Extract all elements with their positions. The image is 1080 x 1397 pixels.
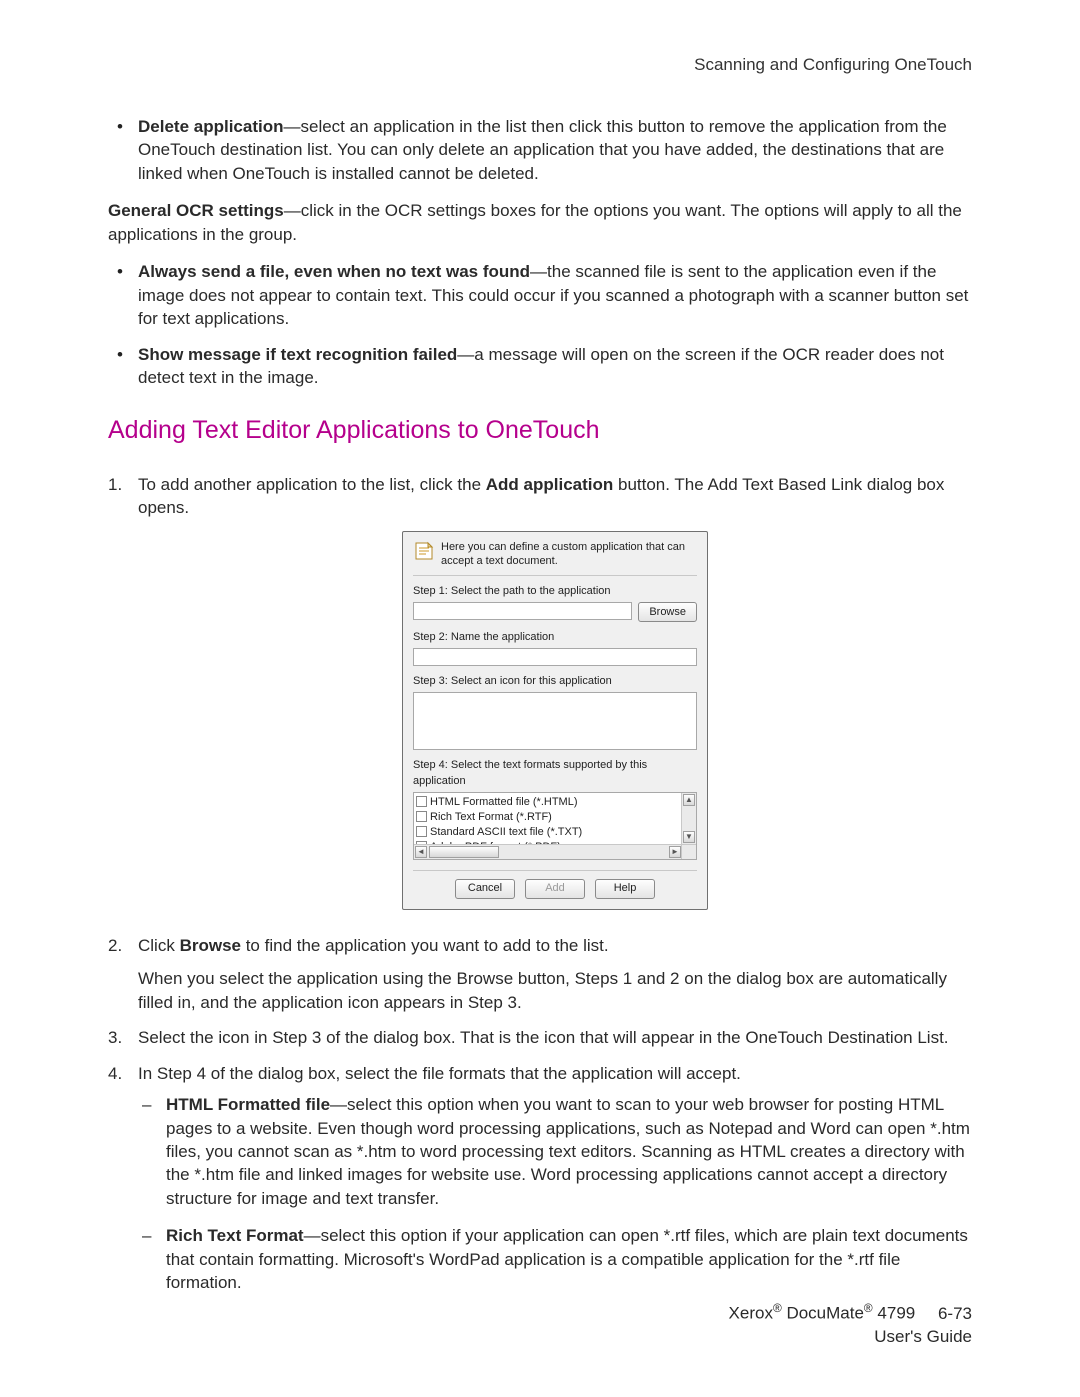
footer-product-c: 4799 (873, 1304, 916, 1323)
header-title: Scanning and Configuring OneTouch (108, 55, 972, 75)
dialog-step4-label: Step 4: Select the text formats supporte… (413, 758, 697, 788)
step-2: Click Browse to find the application you… (108, 934, 972, 1014)
text-bold: Add application (486, 475, 614, 494)
page-number: 6-73 (938, 1303, 972, 1326)
bullets-ocr: Always send a file, even when no text wa… (108, 260, 972, 389)
steps-list: To add another application to the list, … (108, 473, 972, 1295)
scroll-up-icon[interactable]: ▲ (683, 794, 695, 806)
bullets-top: Delete application—select an application… (108, 115, 972, 185)
dialog-step1-label: Step 1: Select the path to the applicati… (413, 584, 697, 599)
footer-product-a: Xerox (729, 1304, 773, 1323)
text-bold: Browse (180, 936, 241, 955)
step-3: Select the icon in Step 3 of the dialog … (108, 1026, 972, 1049)
scroll-thumb[interactable] (429, 846, 499, 858)
step-4-dashes: HTML Formatted file—select this option w… (138, 1093, 972, 1295)
step-4: In Step 4 of the dialog box, select the … (108, 1062, 972, 1295)
add-button[interactable]: Add (525, 879, 585, 899)
dialog-icon (413, 540, 435, 562)
format-checkbox[interactable]: Standard ASCII text file (*.TXT) (430, 825, 678, 840)
text-post: to find the application you want to add … (241, 936, 609, 955)
term: Delete application (138, 117, 283, 136)
term: Rich Text Format (166, 1226, 304, 1245)
scroll-down-icon[interactable]: ▼ (683, 831, 695, 843)
help-button[interactable]: Help (595, 879, 655, 899)
dialog-step2-label: Step 2: Name the application (413, 630, 697, 645)
text-pre: To add another application to the list, … (138, 475, 486, 494)
step-2-continuation: When you select the application using th… (138, 967, 972, 1014)
horizontal-scrollbar[interactable]: ◄ ► (414, 844, 682, 859)
dash-html-formatted: HTML Formatted file—select this option w… (138, 1093, 972, 1210)
section-heading: Adding Text Editor Applications to OneTo… (108, 416, 972, 445)
footer-product-b: DocuMate (782, 1304, 864, 1323)
name-input[interactable] (413, 648, 697, 666)
scroll-right-icon[interactable]: ► (669, 846, 681, 858)
step-1: To add another application to the list, … (108, 473, 972, 910)
reg-mark: ® (773, 1301, 782, 1315)
vertical-scrollbar[interactable]: ▲ ▼ (681, 793, 696, 845)
term: General OCR settings (108, 201, 284, 220)
reg-mark: ® (864, 1301, 873, 1315)
term: Show message if text recognition failed (138, 345, 457, 364)
step-4-text: In Step 4 of the dialog box, select the … (138, 1064, 741, 1083)
icon-selection-box[interactable] (413, 692, 697, 750)
bullet-always-send: Always send a file, even when no text wa… (108, 260, 972, 330)
dialog-head-text: Here you can define a custom application… (441, 540, 697, 569)
dialog-step3-label: Step 3: Select an icon for this applicat… (413, 674, 697, 689)
text-pre: Click (138, 936, 180, 955)
format-checkbox[interactable]: Rich Text Format (*.RTF) (430, 810, 678, 825)
cancel-button[interactable]: Cancel (455, 879, 515, 899)
bullet-delete-application: Delete application—select an application… (108, 115, 972, 185)
browse-button[interactable]: Browse (638, 602, 697, 622)
term: HTML Formatted file (166, 1095, 330, 1114)
footer-guide: User's Guide (729, 1326, 972, 1349)
page-footer: Xerox® DocuMate® 4799 6-73 User's Guide (729, 1300, 972, 1349)
add-text-link-dialog: Here you can define a custom application… (402, 531, 708, 909)
scroll-corner (681, 844, 696, 859)
formats-list[interactable]: HTML Formatted file (*.HTML) Rich Text F… (413, 792, 697, 860)
path-input[interactable] (413, 602, 632, 620)
dash-rich-text: Rich Text Format—select this option if y… (138, 1224, 972, 1294)
term: Always send a file, even when no text wa… (138, 262, 530, 281)
bullet-show-message: Show message if text recognition failed—… (108, 343, 972, 390)
format-checkbox[interactable]: HTML Formatted file (*.HTML) (430, 795, 678, 810)
general-ocr-para: General OCR settings—click in the OCR se… (108, 199, 972, 246)
scroll-left-icon[interactable]: ◄ (415, 846, 427, 858)
